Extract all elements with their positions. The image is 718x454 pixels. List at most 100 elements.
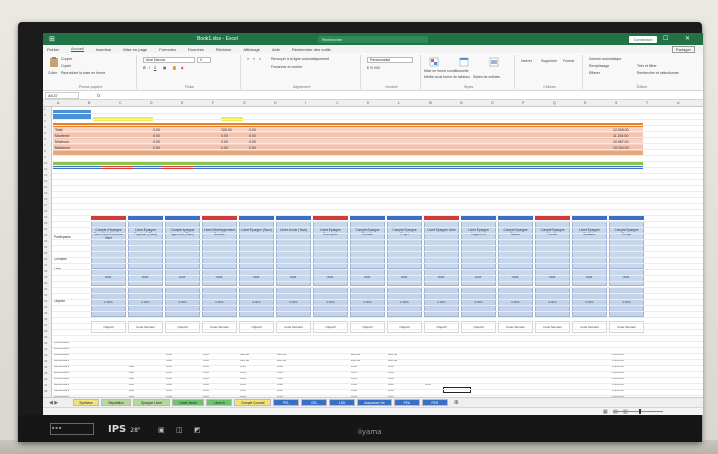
cell-styles-button[interactable]: Styles de cellules	[473, 75, 500, 79]
rate-cell[interactable]: Taux	[387, 269, 422, 286]
column-header[interactable]: R	[584, 101, 587, 105]
row-header[interactable]: 13	[44, 179, 47, 183]
row-header[interactable]: 16	[44, 197, 47, 201]
delete-button[interactable]: Supprimer	[541, 59, 557, 63]
ribbon-tab[interactable]: Affichage	[243, 47, 260, 52]
rate-cell[interactable]: Taux	[498, 269, 533, 286]
sheet-tab[interactable]: Répartition	[101, 399, 132, 406]
column-header[interactable]: B	[88, 101, 90, 105]
row-header[interactable]: 47	[44, 383, 47, 387]
row-header[interactable]: 18	[44, 209, 47, 213]
ribbon-tab[interactable]: Accueil	[71, 46, 84, 52]
row-header[interactable]: 10	[44, 161, 47, 165]
format-as-table-icon[interactable]	[459, 57, 469, 67]
row-header[interactable]: 7	[44, 143, 46, 147]
sheet-tab[interactable]: PER	[421, 399, 448, 406]
column-header[interactable]: I	[305, 101, 306, 105]
column-header[interactable]: O	[491, 101, 494, 105]
ribbon-tab[interactable]: Rechercher des outils	[292, 47, 331, 52]
fx-icon[interactable]: fx	[97, 93, 101, 98]
rate-cell[interactable]: Taux	[461, 269, 496, 286]
font-size-dropdown[interactable]: 9	[197, 57, 211, 63]
row-header[interactable]: 12	[44, 173, 47, 177]
rate-cell[interactable]: Taux	[165, 269, 200, 286]
objectif-cell[interactable]: 0.00%	[91, 287, 126, 317]
rate-cell[interactable]: Taux	[572, 269, 607, 286]
insert-button[interactable]: Insérer	[521, 59, 532, 63]
number-format-dropdown[interactable]: Personnalisé	[367, 57, 413, 63]
cut-button[interactable]: Couper	[61, 57, 72, 61]
row-header[interactable]: 39	[44, 335, 47, 339]
sheet-nav-arrows-icon[interactable]: ◀ ▶	[49, 400, 58, 406]
name-box[interactable]: AK37	[45, 91, 79, 99]
objectif-cell[interactable]: 0.00%	[498, 287, 533, 317]
blue-cell[interactable]	[53, 110, 91, 119]
column-header[interactable]: D	[150, 101, 153, 105]
row-header[interactable]: 42	[44, 353, 47, 357]
row-header[interactable]: 43	[44, 359, 47, 363]
row-header[interactable]: 17	[44, 203, 47, 207]
maximize-icon[interactable]: ☐	[663, 35, 668, 42]
rate-cell[interactable]: Taux	[239, 269, 274, 286]
copy-button[interactable]: Copier	[61, 64, 71, 68]
app-launcher-icon[interactable]: ⊞	[49, 35, 57, 43]
sheet-tab[interactable]: Compte Courant	[234, 399, 272, 406]
sheet-tab[interactable]: PEL	[273, 399, 300, 406]
row-header[interactable]: 15	[44, 191, 47, 195]
row-header[interactable]: 11	[44, 167, 47, 171]
row-header[interactable]: 1	[44, 107, 46, 111]
borders-icon[interactable]: ▦	[163, 66, 166, 70]
column-header[interactable]: U	[677, 101, 680, 105]
column-header[interactable]: N	[460, 101, 463, 105]
rate-cell[interactable]: Taux	[535, 269, 570, 286]
sheet-tab[interactable]: Livret Jeune	[172, 399, 205, 406]
fill-color-icon[interactable]: ▇	[173, 66, 176, 70]
row-header[interactable]: 30	[44, 281, 47, 285]
row-header[interactable]: 48	[44, 389, 47, 393]
column-header[interactable]: T	[646, 101, 648, 105]
row-header[interactable]: 23	[44, 239, 47, 243]
sheet-tab[interactable]: PEA	[393, 399, 420, 406]
row-header[interactable]: 9	[44, 155, 46, 159]
underline-button[interactable]: S	[154, 66, 156, 70]
align-top-icon[interactable]: ≡	[247, 57, 249, 61]
row-header[interactable]: 33	[44, 299, 47, 303]
row-header[interactable]: 26	[44, 257, 47, 261]
bold-button[interactable]: G	[143, 66, 146, 70]
ribbon-tab[interactable]: Fichier	[47, 47, 59, 52]
objectif-cell[interactable]: 0.00%	[202, 287, 237, 317]
column-header[interactable]: J	[336, 101, 338, 105]
row-header[interactable]: 14	[44, 185, 47, 189]
row-header[interactable]: 29	[44, 275, 47, 279]
conditional-format-button[interactable]: Mise en forme conditionnelle	[424, 69, 469, 73]
wrap-text-button[interactable]: Renvoyer à la ligne automatiquement	[271, 57, 329, 61]
clear-button[interactable]: Effacer	[589, 71, 600, 75]
row-header[interactable]: 40	[44, 341, 47, 345]
row-header[interactable]: 41	[44, 347, 47, 351]
column-header[interactable]: E	[181, 101, 183, 105]
row-header[interactable]: 46	[44, 377, 47, 381]
zoom-thumb[interactable]	[639, 409, 641, 414]
rate-cell[interactable]: Taux	[350, 269, 385, 286]
sheet-tab[interactable]: Assurance Vie	[357, 399, 392, 406]
close-icon[interactable]: ✕	[685, 35, 690, 42]
column-header[interactable]: H	[274, 101, 277, 105]
objectif-cell[interactable]: 0.00%	[239, 287, 274, 317]
row-header[interactable]: 34	[44, 305, 47, 309]
paste-icon[interactable]	[49, 57, 59, 67]
column-header[interactable]: S	[615, 101, 617, 105]
column-header[interactable]: A	[57, 101, 59, 105]
row-header[interactable]: 20	[44, 221, 47, 225]
rate-cell[interactable]: Taux	[313, 269, 348, 286]
currency-icon[interactable]: € % 000	[367, 66, 380, 70]
row-header[interactable]: 45	[44, 371, 47, 375]
row-header[interactable]: 21	[44, 227, 47, 231]
cell-styles-icon[interactable]	[489, 57, 499, 67]
align-bottom-icon[interactable]: ≡	[259, 57, 261, 61]
rate-cell[interactable]: Taux	[276, 269, 311, 286]
row-header[interactable]: 24	[44, 245, 47, 249]
row-header[interactable]: 25	[44, 251, 47, 255]
share-button[interactable]: Partager	[671, 45, 695, 53]
row-header[interactable]: 27	[44, 263, 47, 267]
ribbon-tab[interactable]: Insertion	[96, 47, 111, 52]
